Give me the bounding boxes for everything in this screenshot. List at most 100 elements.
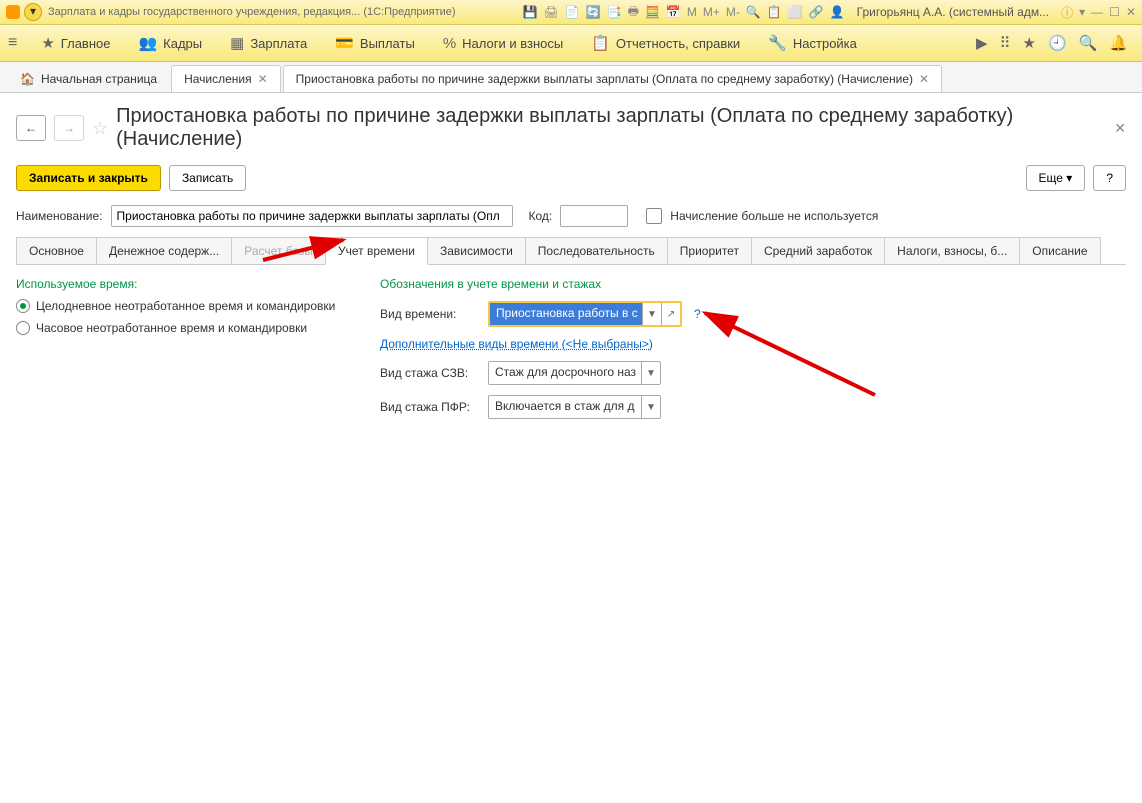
close-icon[interactable]: ✕ <box>258 72 268 86</box>
left-column: Используемое время: Целодневное неотрабо… <box>16 277 356 429</box>
code-label: Код: <box>529 209 553 223</box>
open-icon[interactable]: ↗ <box>661 303 680 325</box>
zoom-in-icon[interactable]: 🔍 <box>746 5 761 19</box>
menu-settings[interactable]: 🔧Настройка <box>754 25 871 61</box>
link-icon[interactable]: 🔗 <box>809 5 824 19</box>
subtab-priority[interactable]: Приоритет <box>667 237 752 264</box>
calendar-icon[interactable]: 📅 <box>666 5 681 19</box>
back-icon[interactable]: ▾ <box>24 3 42 21</box>
menu-salary[interactable]: ▦Зарплата <box>216 25 321 61</box>
minimize-icon[interactable]: — <box>1091 5 1103 19</box>
titlebar-icons: 💾 🖨 📄 🔄 📑 🖶 🧮 📅 M M+ M- 🔍 📋 ⬜ 🔗 👤 Григор… <box>523 2 1136 23</box>
time-kind-combo[interactable]: Приостановка работы в с ▼ ↗ <box>488 301 682 327</box>
print-icon[interactable]: 🖨 <box>544 5 559 19</box>
print2-icon[interactable]: 🖶 <box>628 2 639 23</box>
menubar: ≡ ★Главное 👥Кадры ▦Зарплата 💳 Выплаты %На… <box>0 25 1142 62</box>
nav-forward-button[interactable]: → <box>54 115 84 141</box>
radio-hourly[interactable]: Часовое неотработанное время и командиро… <box>16 321 356 335</box>
titlebar: ▾ Зарплата и кадры государственного учре… <box>0 0 1142 25</box>
help-icon[interactable]: ? <box>694 307 701 321</box>
subtab-avg[interactable]: Средний заработок <box>751 237 885 264</box>
subtab-money[interactable]: Денежное содерж... <box>96 237 232 264</box>
home-icon: ★ <box>41 34 54 52</box>
not-used-label: Начисление больше не используется <box>670 209 878 223</box>
history-icon[interactable]: 🕘 <box>1048 34 1067 52</box>
play-icon[interactable]: ▶ <box>976 34 988 52</box>
menu-staff[interactable]: 👥Кадры <box>124 25 216 61</box>
percent-icon: % <box>443 35 456 52</box>
page-body: ← → ☆ Приостановка работы по причине зад… <box>0 93 1142 441</box>
subtab-desc[interactable]: Описание <box>1019 237 1100 264</box>
user-icon[interactable]: 👤 <box>830 5 845 19</box>
tab-accruals[interactable]: Начисления ✕ <box>171 65 281 92</box>
subtab-time[interactable]: Учет времени <box>325 237 428 265</box>
save-button[interactable]: Записать <box>169 165 246 191</box>
close-icon[interactable]: ✕ <box>919 72 929 86</box>
subtab-main[interactable]: Основное <box>16 237 97 264</box>
m-plus-icon[interactable]: M+ <box>703 5 720 19</box>
toolbar: Записать и закрыть Записать Еще ▾ ? <box>16 165 1126 191</box>
subtab-deps[interactable]: Зависимости <box>427 237 526 264</box>
window-icon[interactable]: ⬜ <box>788 5 803 19</box>
subtab-taxes[interactable]: Налоги, взносы, б... <box>884 237 1020 264</box>
info-icon[interactable]: ⓘ <box>1061 4 1073 21</box>
dropdown-icon[interactable]: ▼ <box>641 396 660 418</box>
subtabs: Основное Денежное содерж... Расчет базы … <box>16 237 1126 265</box>
document-icon[interactable]: 📄 <box>565 5 580 19</box>
code-input[interactable] <box>560 205 628 227</box>
pfr-combo[interactable]: Включается в стаж для д ▼ <box>488 395 661 419</box>
more-button[interactable]: Еще ▾ <box>1026 165 1086 191</box>
m-minus-icon[interactable]: M- <box>726 5 740 19</box>
copy-icon[interactable]: 📋 <box>767 5 782 19</box>
card-icon: 💳 <box>335 34 354 52</box>
refresh-icon[interactable]: 🔄 <box>586 5 601 19</box>
menu-reports[interactable]: 📋Отчетность, справки <box>577 25 754 61</box>
star-icon[interactable]: ★ <box>1022 34 1035 52</box>
menu-main[interactable]: ★Главное <box>27 25 124 61</box>
m-icon[interactable]: M <box>687 5 697 19</box>
radio-dot-icon <box>16 321 30 335</box>
szv-row: Вид стажа СЗВ: Стаж для досрочного наз ▼ <box>380 361 1126 385</box>
close-icon[interactable]: ✕ <box>1126 5 1136 19</box>
radio-fullday[interactable]: Целодневное неотработанное время и коман… <box>16 299 356 313</box>
document-tabs: 🏠Начальная страница Начисления ✕ Приостан… <box>0 62 1142 93</box>
save-icon[interactable]: 💾 <box>523 5 538 19</box>
page-close-icon[interactable]: ✕ <box>1114 120 1126 137</box>
pfr-row: Вид стажа ПФР: Включается в стаж для д ▼ <box>380 395 1126 419</box>
name-input[interactable] <box>111 205 513 227</box>
tab-suspension-label: Приостановка работы по причине задержки … <box>296 72 913 86</box>
dropdown-icon[interactable]: ▾ <box>1079 5 1085 19</box>
favorite-icon[interactable]: ☆ <box>92 118 108 139</box>
help-button[interactable]: ? <box>1093 165 1126 191</box>
menu-taxes[interactable]: %Налоги и взносы <box>429 25 577 61</box>
not-used-checkbox[interactable] <box>646 208 662 224</box>
more-button-label: Еще <box>1039 171 1063 185</box>
tab-accruals-label: Начисления <box>184 72 252 86</box>
search-icon[interactable]: 🔍 <box>1079 34 1098 52</box>
save-close-button[interactable]: Записать и закрыть <box>16 165 161 191</box>
apps-icon[interactable]: ⠿ <box>999 34 1010 52</box>
extra-kinds-row: Дополнительные виды времени (<Не выбраны… <box>380 337 1126 351</box>
tab-suspension[interactable]: Приостановка работы по причине задержки … <box>283 65 942 92</box>
compare-icon[interactable]: 📑 <box>607 5 622 19</box>
burger-icon[interactable]: ≡ <box>8 34 17 52</box>
user-name[interactable]: Григорьянц А.А. (системный адм... <box>857 5 1049 19</box>
name-row: Наименование: Код: Начисление больше не … <box>16 205 1126 227</box>
window-title: Зарплата и кадры государственного учрежд… <box>48 6 523 18</box>
dropdown-icon[interactable]: ▼ <box>642 303 661 325</box>
time-kind-row: Вид времени: Приостановка работы в с ▼ ↗… <box>380 301 1126 327</box>
bell-icon[interactable]: 🔔 <box>1109 34 1128 52</box>
calc-icon[interactable]: 🧮 <box>645 5 660 19</box>
szv-combo[interactable]: Стаж для досрочного наз ▼ <box>488 361 661 385</box>
tab-home[interactable]: 🏠Начальная страница <box>8 66 169 92</box>
nav-back-button[interactable]: ← <box>16 115 46 141</box>
radio-hourly-label: Часовое неотработанное время и командиро… <box>36 321 307 335</box>
dropdown-icon[interactable]: ▼ <box>641 362 660 384</box>
subtab-sequence[interactable]: Последовательность <box>525 237 668 264</box>
tab-content: Используемое время: Целодневное неотрабо… <box>16 277 1126 429</box>
menu-payments-label: Выплаты <box>360 36 415 51</box>
maximize-icon[interactable]: ☐ <box>1109 5 1120 19</box>
extra-kinds-link[interactable]: Дополнительные виды времени (<Не выбраны… <box>380 337 653 351</box>
page-title: Приостановка работы по причине задержки … <box>116 105 1106 151</box>
menu-payments[interactable]: 💳 Выплаты <box>321 25 429 61</box>
